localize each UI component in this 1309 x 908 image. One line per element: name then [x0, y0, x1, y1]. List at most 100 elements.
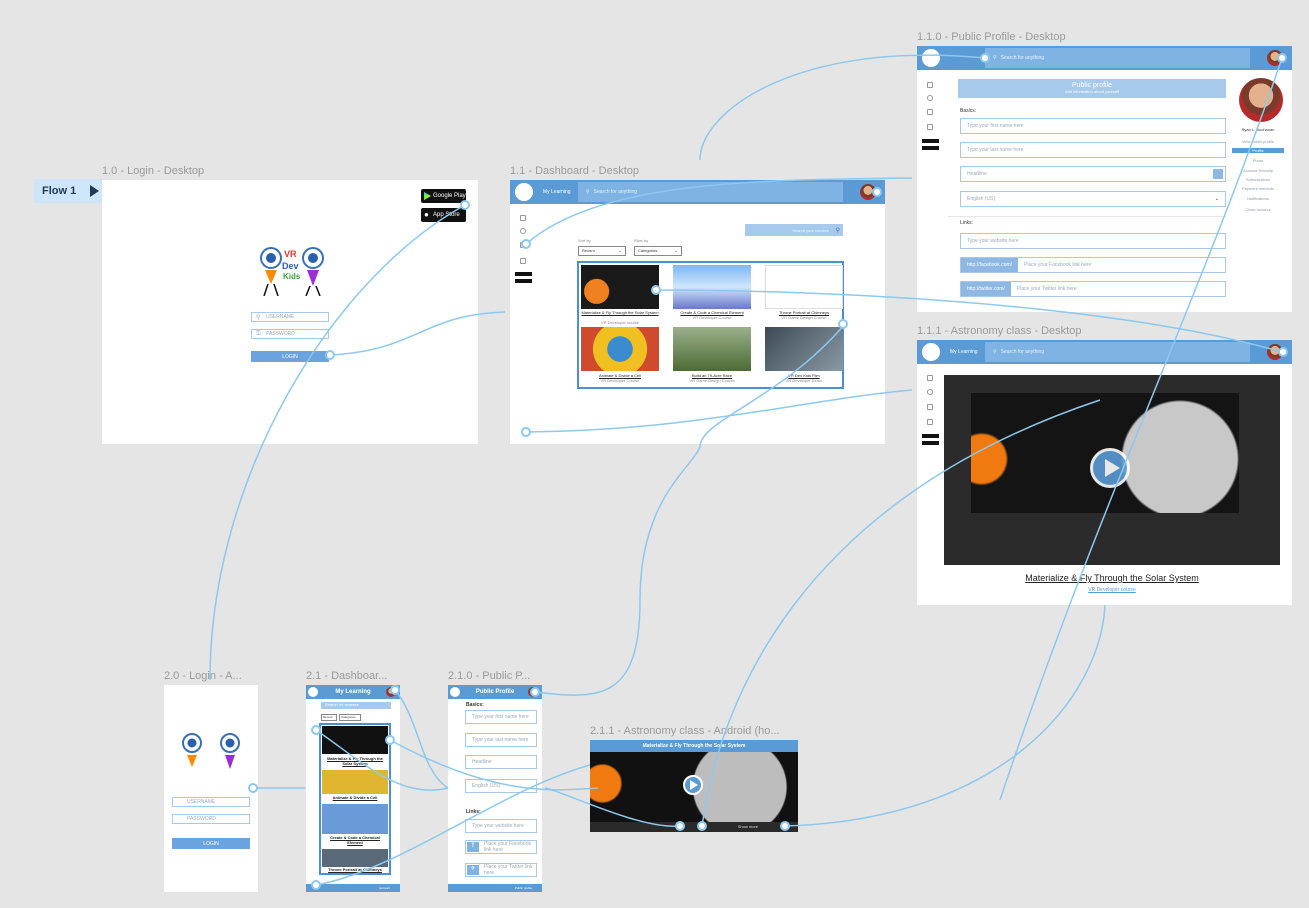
course-card-1[interactable] [581, 265, 659, 309]
menu-notifications[interactable]: Notifications [1232, 196, 1284, 201]
connection-node[interactable] [385, 735, 395, 745]
search-bar[interactable]: ⚲ Search for anything [985, 48, 1250, 68]
twitter-field[interactable]: ✈ Place your Twitter link here [465, 863, 537, 877]
course-title[interactable]: Materialize & Fly Through the Solar Syst… [322, 756, 388, 766]
bag-icon[interactable] [520, 258, 526, 264]
website-field[interactable]: Type your website here [465, 819, 537, 833]
sort-select[interactable]: Recent ⌄ [578, 246, 626, 256]
search-bar[interactable]: Search for courses [321, 702, 391, 709]
course-card-3[interactable] [322, 804, 388, 834]
connection-node[interactable] [1278, 347, 1288, 357]
logo-icon[interactable] [450, 687, 460, 697]
connection-node[interactable] [530, 687, 540, 697]
app-store-badge[interactable]: ● App Store [421, 208, 466, 222]
twitter-field[interactable]: http://twitter.com/ Place your Twitter l… [960, 281, 1226, 297]
logo-icon[interactable] [515, 183, 533, 201]
clock-icon[interactable] [927, 389, 933, 395]
home-icon[interactable] [520, 215, 526, 221]
course-title[interactable]: Create & Code a Chemical Element [322, 835, 388, 845]
google-play-badge[interactable]: Google Play [421, 189, 466, 203]
connection-node[interactable] [838, 319, 848, 329]
connection-node[interactable] [780, 821, 790, 831]
course-card-3[interactable] [765, 265, 843, 309]
flow-start-tag[interactable]: Flow 1 [34, 179, 102, 203]
last-name-field[interactable]: Type your last name here [465, 733, 537, 747]
clock-icon[interactable] [520, 228, 526, 234]
logo-icon[interactable] [922, 49, 940, 67]
course-title[interactable]: Throne Portrait at Chimneys [322, 867, 388, 872]
menu-view-public[interactable]: View public profile [1232, 139, 1284, 144]
course-title[interactable]: Materialize & Fly Through the Solar Syst… [944, 573, 1280, 583]
connection-node[interactable] [248, 783, 258, 793]
bottom-bar[interactable]: Show more [590, 822, 798, 832]
nav-title[interactable]: My Learning [543, 189, 571, 195]
find-course-field[interactable]: Search your courses ⚲ [745, 224, 843, 236]
filter-select[interactable]: Categories ⌄ [634, 246, 682, 256]
login-button[interactable]: LOGIN [251, 351, 329, 362]
app-store-mini[interactable] [515, 279, 532, 283]
app-store-mini[interactable] [922, 441, 939, 445]
app-store-mini[interactable] [922, 146, 939, 150]
course-card-6[interactable] [765, 327, 843, 371]
play-button[interactable] [1090, 448, 1130, 488]
connection-node[interactable] [872, 187, 882, 197]
language-select[interactable]: English (US) [465, 779, 537, 793]
google-play-mini[interactable] [515, 272, 532, 276]
course-card-5[interactable] [673, 327, 751, 371]
menu-profile[interactable]: Profile [1232, 148, 1284, 153]
menu-photo[interactable]: Photo [1232, 158, 1284, 163]
last-name-field[interactable]: Type your last name here [960, 142, 1226, 158]
home-icon[interactable] [927, 82, 933, 88]
first-name-field[interactable]: Type your first name here [465, 710, 537, 724]
bag-icon[interactable] [927, 124, 933, 130]
course-card-1[interactable] [322, 726, 388, 754]
facebook-field[interactable]: f Place your Facebook link here [465, 840, 537, 854]
connection-node[interactable] [311, 880, 321, 890]
google-play-mini[interactable] [922, 139, 939, 143]
logo-icon[interactable] [308, 687, 318, 697]
connection-node[interactable] [521, 427, 531, 437]
course-title[interactable]: Materialize & Fly Through the Solar Syst… [581, 310, 659, 315]
search-bar[interactable]: ⚲ Search for anything [985, 342, 1250, 362]
connection-node[interactable] [697, 821, 707, 831]
play-button[interactable] [683, 775, 703, 795]
facebook-field[interactable]: http://facebook.com/ Place your Facebook… [960, 257, 1226, 273]
sort-select[interactable]: Recent [321, 714, 337, 721]
password-field[interactable]: ⚿ PASSWORD [251, 329, 329, 339]
bottom-bar[interactable]: Public profile [448, 884, 542, 892]
course-card-4[interactable] [581, 327, 659, 371]
connection-node[interactable] [980, 53, 990, 63]
password-field[interactable]: PASSWORD [172, 814, 250, 824]
chart-icon[interactable] [927, 404, 933, 410]
home-icon[interactable] [927, 375, 933, 381]
google-play-mini[interactable] [922, 434, 939, 438]
connection-node[interactable] [1277, 53, 1287, 63]
username-field[interactable]: USERNAME [172, 797, 250, 807]
login-button[interactable]: LOGIN [172, 838, 250, 849]
menu-payment[interactable]: Payment methods [1232, 186, 1284, 191]
headline-field[interactable]: Headline [465, 755, 537, 769]
menu-close-account[interactable]: Close account [1232, 207, 1284, 212]
connection-node[interactable] [460, 200, 470, 210]
filter-select[interactable]: Categories [339, 714, 361, 721]
clock-icon[interactable] [927, 95, 933, 101]
connection-node[interactable] [390, 685, 400, 695]
website-field[interactable]: Type your website here [960, 233, 1226, 249]
course-sub[interactable]: VR Developer course [944, 587, 1280, 593]
course-card-2[interactable] [673, 265, 751, 309]
headline-field[interactable]: Headline [960, 166, 1226, 182]
connection-node[interactable] [311, 725, 321, 735]
connection-node[interactable] [325, 350, 335, 360]
course-title[interactable]: Animate & Divide a Cell [322, 795, 388, 800]
connection-node[interactable] [651, 285, 661, 295]
video-player[interactable] [944, 375, 1280, 565]
course-card-4[interactable] [322, 849, 388, 867]
search-bar[interactable]: ⚲ Search for anything [578, 182, 843, 202]
nav-title[interactable]: My Learning [950, 349, 978, 355]
username-field[interactable]: ⚲ USERNAME [251, 312, 329, 322]
menu-security[interactable]: Account Security [1232, 168, 1284, 173]
profile-photo[interactable] [1239, 78, 1283, 122]
first-name-field[interactable]: Type your first name here [960, 118, 1226, 134]
menu-subscriptions[interactable]: Subscriptions [1232, 177, 1284, 182]
language-select[interactable]: English (US) ⌄ [960, 191, 1226, 207]
